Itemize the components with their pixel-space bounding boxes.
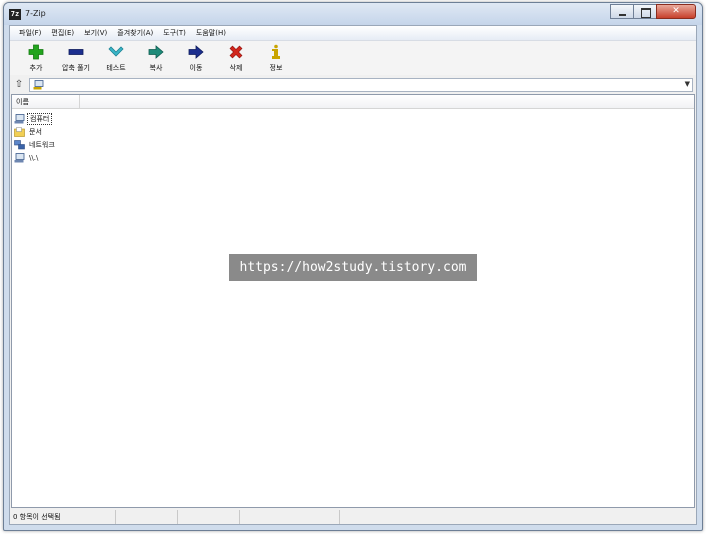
- network-icon: [14, 139, 25, 149]
- delete-button[interactable]: 삭제: [216, 41, 256, 75]
- menu-favorites[interactable]: 즐겨찾기(A): [112, 28, 158, 38]
- list-item-label: 컴퓨터: [27, 112, 53, 125]
- address-bar: ⇧ ▼: [10, 77, 696, 93]
- delete-icon: [229, 45, 243, 59]
- list-item[interactable]: \\.\: [14, 151, 57, 164]
- move-label: 이동: [189, 64, 203, 72]
- add-button[interactable]: 추가: [16, 41, 56, 75]
- app-icon: 7z: [9, 9, 21, 20]
- title-bar[interactable]: 7z 7-Zip: [4, 3, 702, 25]
- test-button[interactable]: 테스트: [96, 41, 136, 75]
- copy-label: 복사: [149, 64, 163, 72]
- delete-label: 삭제: [229, 64, 243, 72]
- file-list[interactable]: 이름 컴퓨터 문서 네트워크 \\.\: [11, 94, 695, 508]
- status-cell-size: [116, 510, 178, 524]
- device-icon: [14, 152, 25, 162]
- toolbar: 추가 압축 풀기 테스트 복사 이동 삭제 정보: [10, 41, 696, 75]
- list-item-label: 네트워크: [29, 140, 55, 149]
- computer-icon: [33, 80, 44, 90]
- up-arrow-icon: ⇧: [14, 79, 24, 90]
- extract-icon: [68, 49, 84, 55]
- info-icon: [272, 44, 280, 59]
- computer-icon: [14, 113, 25, 123]
- status-selection: 0 항목이 선택됨: [10, 510, 116, 524]
- move-icon: [188, 45, 204, 59]
- status-bar: 0 항목이 선택됨: [10, 510, 696, 524]
- column-header: 이름: [12, 95, 694, 109]
- minimize-button[interactable]: [610, 4, 634, 19]
- window-title: 7-Zip: [25, 9, 46, 18]
- extract-label: 압축 풀기: [62, 64, 90, 72]
- menu-edit[interactable]: 편집(E): [46, 28, 79, 38]
- menu-view[interactable]: 보기(V): [79, 28, 112, 38]
- info-button[interactable]: 정보: [256, 41, 296, 75]
- close-button[interactable]: [656, 4, 696, 19]
- maximize-button[interactable]: [633, 4, 657, 19]
- menu-help[interactable]: 도움말(H): [191, 28, 231, 38]
- list-item-label: \\.\: [29, 153, 39, 162]
- list-item[interactable]: 문서: [14, 125, 57, 138]
- extract-button[interactable]: 압축 풀기: [56, 41, 96, 75]
- add-icon: [28, 44, 44, 60]
- menu-bar: 파일(F) 편집(E) 보기(V) 즐겨찾기(A) 도구(T) 도움말(H): [10, 26, 696, 41]
- list-item[interactable]: 컴퓨터: [14, 112, 57, 125]
- test-icon: [108, 46, 124, 57]
- menu-file[interactable]: 파일(F): [14, 28, 46, 38]
- add-label: 추가: [29, 64, 43, 72]
- copy-icon: [148, 45, 164, 59]
- file-rows: 컴퓨터 문서 네트워크 \\.\: [14, 112, 57, 164]
- info-label: 정보: [269, 64, 283, 72]
- folder-up-button[interactable]: ⇧: [12, 78, 26, 92]
- copy-button[interactable]: 복사: [136, 41, 176, 75]
- list-item[interactable]: 네트워크: [14, 138, 57, 151]
- window-controls: [610, 4, 696, 19]
- status-cell-packed: [178, 510, 240, 524]
- list-item-label: 문서: [29, 127, 42, 136]
- status-cell-modified: [240, 510, 340, 524]
- chevron-down-icon[interactable]: ▼: [685, 80, 690, 88]
- test-label: 테스트: [106, 64, 126, 72]
- move-button[interactable]: 이동: [176, 41, 216, 75]
- watermark-url: https://how2study.tistory.com: [229, 254, 477, 281]
- address-field[interactable]: ▼: [29, 78, 693, 92]
- menu-tools[interactable]: 도구(T): [158, 28, 191, 38]
- column-name-header[interactable]: 이름: [12, 95, 80, 109]
- documents-icon: [14, 126, 25, 137]
